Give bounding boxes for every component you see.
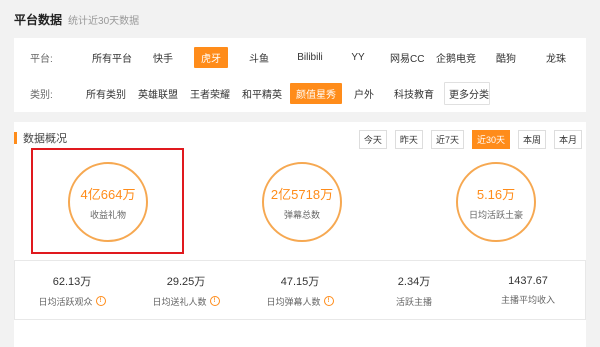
page-title: 平台数据 — [14, 12, 63, 27]
category-option-peace-elite[interactable]: 和平精英 — [238, 83, 286, 104]
category-option-lol[interactable]: 英雄联盟 — [134, 83, 182, 104]
category-option-all[interactable]: 所有类别 — [82, 83, 130, 104]
stat-active-streamers: 2.34万 活跃主播 — [357, 261, 471, 319]
category-option-beauty-show[interactable]: 颜值星秀 — [290, 82, 342, 104]
stat-avg-streamer-income: 1437.67 主播平均收入 — [471, 261, 585, 319]
stat-label: 日均活跃观众 — [38, 296, 93, 307]
info-icon[interactable]: ! — [209, 296, 220, 306]
active-big-spenders-label: 日均活跃土豪 — [468, 209, 523, 220]
stat-label: 主播平均收入 — [500, 294, 555, 305]
stat-value: 2.34万 — [397, 275, 431, 288]
range-this-month-button[interactable]: 本月 — [553, 130, 582, 149]
stat-daily-gifters: 29.25万 日均送礼人数 ! — [129, 261, 243, 319]
danmaku-total-label: 弹幕总数 — [283, 209, 320, 220]
stats-row: 62.13万 日均活跃观众 ! 29.25万 日均送礼人数 ! 47.15万 日… — [14, 260, 586, 320]
platform-option-bilibili[interactable]: Bilibili — [288, 49, 332, 66]
active-big-spenders-value: 5.16万 — [476, 186, 516, 202]
platform-option-kuaishou[interactable]: 快手 — [146, 47, 180, 68]
active-big-spenders-circle: 5.16万 日均活跃土豪 — [456, 162, 536, 242]
gift-revenue-card: 4亿664万 收益礼物 — [42, 152, 174, 252]
category-filter-row: 类别: 所有类别 英雄联盟 王者荣耀 和平精英 颜值星秀 户外 科技教育 更多分… — [14, 81, 586, 105]
info-icon[interactable]: ! — [95, 296, 106, 306]
stat-label: 日均送礼人数 — [152, 296, 207, 307]
filter-panel: 平台: 所有平台 快手 虎牙 斗鱼 Bilibili YY 网易CC 企鹅电竞 … — [14, 38, 586, 112]
platform-option-penguin[interactable]: 企鹅电竞 — [432, 47, 480, 68]
gift-revenue-value: 4亿664万 — [80, 186, 136, 202]
page-subtitle: 统计近30天数据 — [68, 15, 140, 27]
category-filter-label: 类别: — [30, 89, 53, 101]
info-icon[interactable]: ! — [323, 296, 334, 306]
overview-heading: 数据概况 — [14, 130, 67, 146]
stat-daily-danmaku-users: 47.15万 日均弹幕人数 ! — [243, 261, 357, 319]
stat-label: 日均弹幕人数 — [266, 296, 321, 307]
stat-value: 1437.67 — [508, 274, 548, 287]
range-yesterday-button[interactable]: 昨天 — [394, 130, 423, 149]
category-more-button[interactable]: 更多分类 — [444, 81, 490, 105]
platform-filter-label: 平台: — [30, 53, 53, 65]
platform-option-longzhu[interactable]: 龙珠 — [540, 47, 572, 68]
platform-option-all[interactable]: 所有平台 — [82, 47, 142, 68]
danmaku-total-circle: 2亿5718万 弹幕总数 — [262, 162, 342, 242]
category-option-tech-edu[interactable]: 科技教育 — [388, 83, 440, 104]
range-this-week-button[interactable]: 本周 — [517, 130, 546, 149]
overview-title: 数据概况 — [23, 133, 67, 145]
range-today-button[interactable]: 今天 — [358, 130, 387, 149]
category-option-honor-of-kings[interactable]: 王者荣耀 — [186, 83, 234, 104]
danmaku-total-value: 2亿5718万 — [270, 186, 334, 202]
platform-option-huya[interactable]: 虎牙 — [194, 46, 228, 68]
section-accent-bar — [14, 132, 17, 144]
stat-value: 47.15万 — [280, 275, 320, 288]
data-overview-panel: 数据概况 今天 昨天 近7天 近30天 本周 本月 4亿664万 收益礼物 2亿… — [14, 122, 586, 347]
gift-revenue-label: 收益礼物 — [89, 209, 126, 220]
stat-value: 62.13万 — [52, 275, 92, 288]
category-option-outdoor[interactable]: 户外 — [350, 83, 378, 104]
page-header: 平台数据 统计近30天数据 — [0, 0, 600, 38]
platform-option-douyu[interactable]: 斗鱼 — [242, 47, 276, 68]
time-range-group: 今天 昨天 近7天 近30天 本周 本月 — [351, 130, 582, 149]
range-30days-button[interactable]: 近30天 — [471, 130, 510, 149]
stat-value: 29.25万 — [166, 275, 206, 288]
stat-label: 活跃主播 — [395, 296, 432, 307]
platform-option-yy[interactable]: YY — [344, 49, 372, 66]
platform-option-netease-cc[interactable]: 网易CC — [386, 47, 426, 68]
range-7days-button[interactable]: 近7天 — [430, 130, 464, 149]
active-big-spenders-card: 5.16万 日均活跃土豪 — [430, 152, 562, 252]
danmaku-total-card: 2亿5718万 弹幕总数 — [236, 152, 368, 252]
platform-filter-row: 平台: 所有平台 快手 虎牙 斗鱼 Bilibili YY 网易CC 企鹅电竞 … — [14, 46, 586, 68]
platform-option-kugou[interactable]: 酷狗 — [490, 47, 522, 68]
gift-revenue-circle: 4亿664万 收益礼物 — [68, 162, 148, 242]
stat-daily-viewers: 62.13万 日均活跃观众 ! — [15, 261, 129, 319]
